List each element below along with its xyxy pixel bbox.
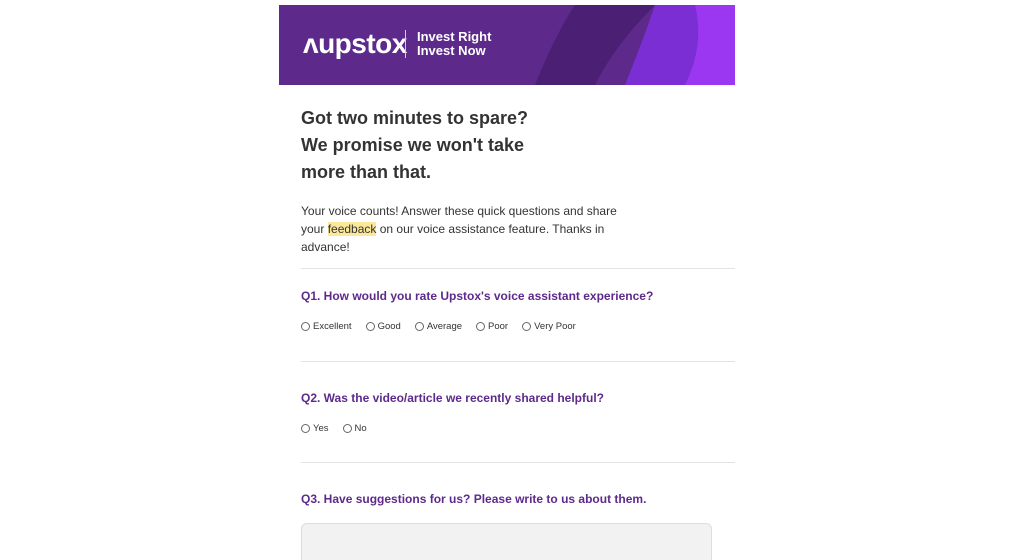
option-label: Excellent — [313, 321, 352, 332]
highlighted-word: feedback — [327, 222, 377, 236]
question-3-block: Q3. Have suggestions for us? Please writ… — [301, 463, 735, 560]
question-2: Q2. Was the video/article we recently sh… — [301, 391, 604, 405]
option-label: Poor — [488, 321, 509, 332]
header-banner: ʌupstox Invest Right Invest Now — [279, 5, 735, 85]
option-label: Good — [377, 321, 401, 332]
question-2-block: Q2. Was the video/article we recently sh… — [301, 362, 735, 434]
radio-good[interactable] — [365, 322, 375, 331]
option-good[interactable]: Good — [365, 321, 401, 332]
radio-poor[interactable] — [476, 322, 486, 331]
option-yes[interactable]: Yes — [301, 423, 329, 434]
question-2-options: Yes No — [301, 423, 735, 434]
suggestions-textarea[interactable] — [301, 523, 712, 560]
radio-average[interactable] — [414, 322, 424, 331]
tagline-line-1: Invest Right — [417, 29, 492, 44]
option-no[interactable]: No — [342, 423, 367, 434]
option-poor[interactable]: Poor — [476, 321, 508, 332]
radio-no[interactable] — [342, 424, 352, 433]
email-body: ʌupstox Invest Right Invest Now Got two … — [279, 5, 735, 560]
option-excellent[interactable]: Excellent — [301, 321, 352, 332]
page: ʌupstox Invest Right Invest Now Got two … — [0, 0, 1024, 560]
question-3: Q3. Have suggestions for us? Please writ… — [301, 492, 647, 506]
question-1: Q1. How would you rate Upstox's voice as… — [301, 289, 654, 303]
headline: Got two minutes to spare? We promise we … — [301, 108, 529, 182]
tagline: Invest Right Invest Now — [417, 30, 491, 58]
survey-content: Got two minutes to spare? We promise we … — [301, 105, 735, 560]
option-label: Very Poor — [534, 321, 576, 332]
option-very-poor[interactable]: Very Poor — [522, 321, 576, 332]
radio-very-poor[interactable] — [522, 322, 532, 331]
radio-yes[interactable] — [301, 424, 310, 433]
intro-text: Your voice counts! Answer these quick qu… — [301, 202, 631, 256]
option-label: Yes — [313, 423, 329, 434]
upstox-logo: ʌupstox — [303, 28, 407, 59]
option-label: Average — [426, 321, 463, 332]
logo-divider — [405, 30, 406, 58]
radio-excellent[interactable] — [301, 322, 310, 331]
option-average[interactable]: Average — [414, 321, 463, 332]
question-1-block: Q1. How would you rate Upstox's voice as… — [301, 269, 735, 332]
tagline-line-2: Invest Now — [417, 43, 486, 58]
decorative-swoosh — [535, 5, 735, 85]
question-1-options: Excellent Good Average Poor Very Poor — [301, 321, 735, 332]
option-label: No — [354, 423, 367, 434]
